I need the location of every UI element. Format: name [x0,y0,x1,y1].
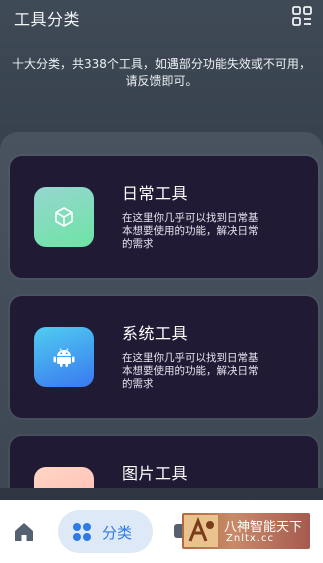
category-description: 在这里你几乎可以找到日常基本想要使用的功能，解决日常的需求 [122,352,259,390]
category-title: 日常工具 [122,184,189,203]
category-title: 系统工具 [122,324,189,343]
grid-menu-icon[interactable] [291,5,313,27]
top-bar: 工具分类 [0,0,323,36]
category-description: 在这里你几乎可以找到日常基本想要使用的功能，解决日常的需求 [122,212,259,250]
category-card-system[interactable]: 系统工具 在这里你几乎可以找到日常基本想要使用的功能，解决日常的需求 [10,296,318,418]
category-title: 图片工具 [122,464,189,483]
category-card-image[interactable]: 图片工具 [10,436,318,488]
nav-tab-category[interactable]: 分类 [58,510,153,553]
watermark-url: Znltx.cc [226,533,274,544]
watermark-overlay: 八神智能天下 Znltx.cc [182,513,310,549]
watermark-logo-icon [184,515,218,547]
image-icon [34,467,94,488]
page-title: 工具分类 [14,10,81,29]
bottom-navigation: 分类 八神智能天下 Znltx.cc [0,500,323,563]
android-icon [34,327,94,387]
summary-text: 十大分类，共338个工具，如遇部分功能失效或不可用，请反馈即可。 [12,57,311,88]
nav-tab-label: 分类 [102,524,133,542]
cube-icon [34,187,94,247]
four-dots-icon [72,522,92,546]
category-card-daily[interactable]: 日常工具 在这里你几乎可以找到日常基本想要使用的功能，解决日常的需求 [10,156,318,278]
home-icon[interactable] [12,520,36,544]
category-list[interactable]: 日常工具 在这里你几乎可以找到日常基本想要使用的功能，解决日常的需求 系统工具 … [0,132,323,488]
